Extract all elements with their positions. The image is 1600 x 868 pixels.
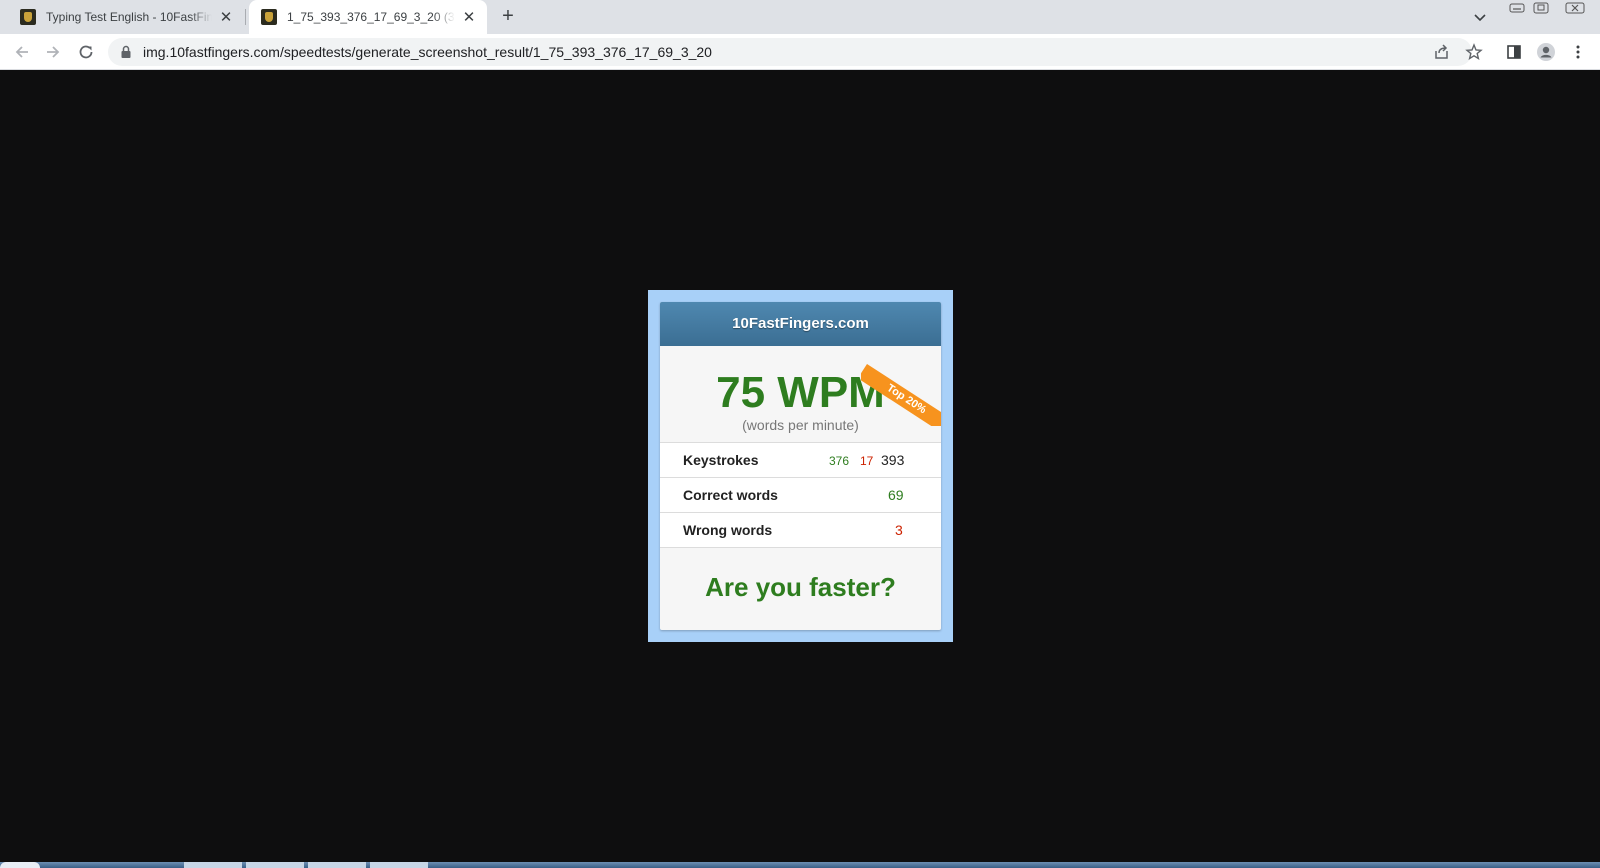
keystrokes-row: Keystrokes 376 17 393 [660, 443, 941, 478]
close-tab-icon[interactable]: ✕ [216, 7, 236, 27]
tab-separator [245, 9, 246, 25]
restore-button[interactable] [1524, 0, 1558, 18]
url-text: img.10fastfingers.com/speedtests/generat… [143, 44, 712, 60]
close-tab-icon[interactable]: ✕ [459, 7, 479, 27]
correct-words-row: Correct words 69 [660, 478, 941, 513]
result-card: 10FastFingers.com Top 20% 75 WPM (words … [660, 302, 941, 630]
back-button[interactable] [10, 40, 34, 64]
tab-typing-test[interactable]: Typing Test English - 10FastFingers ✕ [8, 0, 244, 34]
browser-toolbar: img.10fastfingers.com/speedtests/generat… [0, 34, 1600, 70]
tab-screenshot-result[interactable]: 1_75_393_376_17_69_3_20 (305×352) ✕ [249, 0, 487, 34]
keystrokes-correct: 376 [829, 454, 850, 468]
restore-icon [1533, 2, 1549, 14]
call-to-action: Are you faster? [705, 572, 896, 602]
more-vertical-icon [1576, 45, 1580, 59]
result-image: 10FastFingers.com Top 20% 75 WPM (words … [648, 290, 953, 642]
new-tab-button[interactable]: + [497, 6, 519, 28]
forward-button[interactable] [41, 40, 65, 64]
side-panel-button[interactable] [1502, 40, 1526, 64]
taskbar-app[interactable] [246, 862, 304, 868]
site-favicon-icon [20, 9, 36, 25]
keystrokes-total: 393 [881, 452, 905, 468]
wrong-words-value: 3 [895, 522, 903, 538]
row-label: Correct words [683, 487, 778, 503]
profile-button[interactable] [1534, 40, 1558, 64]
correct-words-value: 69 [888, 487, 904, 503]
rank-ribbon: Top 20% [861, 346, 941, 426]
address-bar[interactable]: img.10fastfingers.com/speedtests/generat… [108, 38, 1472, 66]
menu-button[interactable] [1566, 40, 1590, 64]
arrow-right-icon [47, 46, 60, 58]
close-icon [1565, 2, 1585, 14]
site-name: 10FastFingers.com [660, 302, 941, 346]
close-window-button[interactable] [1558, 0, 1592, 18]
chevron-down-icon [1474, 14, 1486, 22]
row-label: Wrong words [683, 522, 773, 538]
bookmark-button[interactable] [1462, 40, 1486, 64]
tab-search-button[interactable] [1470, 7, 1490, 27]
start-button[interactable] [0, 862, 40, 868]
stats-table: Keystrokes 376 17 393 Correct words 69 W… [660, 442, 941, 548]
tab-strip: Typing Test English - 10FastFingers ✕ 1_… [0, 0, 1600, 34]
keystrokes-wrong: 17 [860, 454, 874, 468]
taskbar-app-chrome[interactable] [184, 862, 242, 868]
star-icon [1465, 43, 1483, 60]
wrong-words-row: Wrong words 3 [660, 513, 941, 548]
taskbar-app[interactable] [308, 862, 366, 868]
lock-icon[interactable] [118, 44, 134, 60]
avatar-icon [1537, 43, 1555, 61]
share-icon [1435, 44, 1448, 59]
reload-button[interactable] [74, 40, 98, 64]
tab-title: 1_75_393_376_17_69_3_20 (305×352) [287, 10, 455, 24]
row-label: Keystrokes [683, 452, 759, 468]
arrow-left-icon [15, 46, 28, 58]
rank-badge: Top 20% [861, 364, 941, 426]
reload-icon [79, 45, 93, 59]
tab-title: Typing Test English - 10FastFingers [46, 10, 212, 24]
share-button[interactable] [1430, 40, 1454, 64]
taskbar-app[interactable] [370, 862, 428, 868]
side-panel-icon [1507, 45, 1521, 59]
site-favicon-icon [261, 9, 277, 25]
